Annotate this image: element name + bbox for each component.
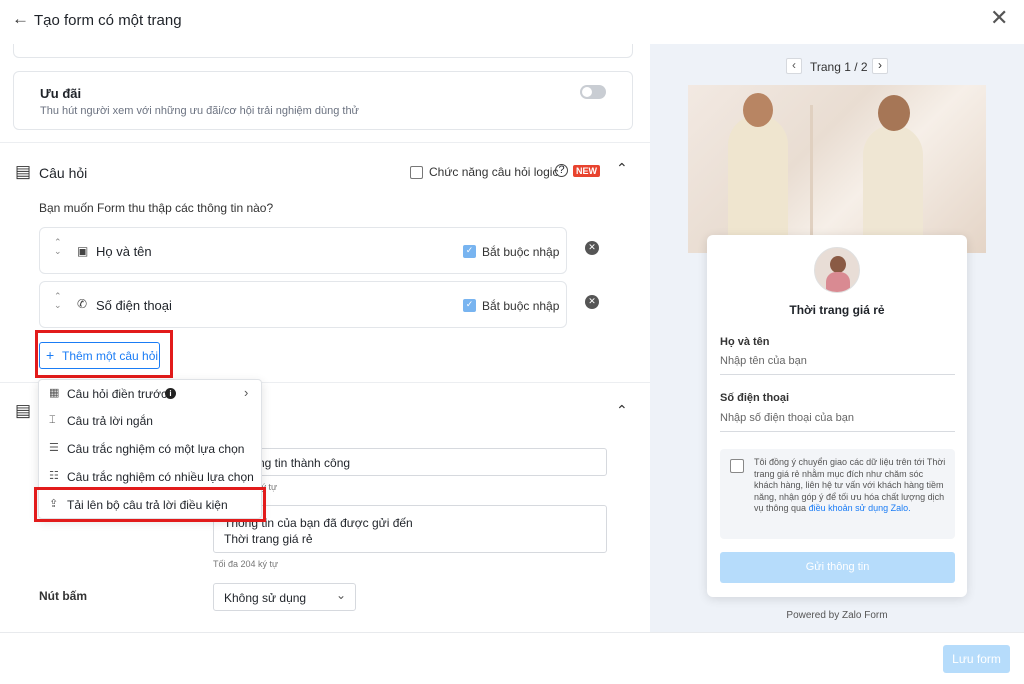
button-select[interactable]: Không sử dụng ⌄	[213, 583, 356, 611]
menu-item-label: Câu trắc nghiệm có một lựa chọn	[67, 442, 245, 456]
brand-name: Thời trang giá rẻ	[789, 303, 885, 317]
help-icon[interactable]: ?	[555, 164, 568, 177]
multi-choice-icon: ☷	[49, 469, 59, 482]
prefill-icon: ▦	[49, 386, 60, 399]
new-badge: NEW	[573, 165, 600, 177]
menu-item-label: Câu trắc nghiệm có nhiều lựa chọn	[67, 470, 254, 484]
question-row: ⌃ ⌄ ✆ Số điện thoại ✓ Bắt buộc nhập	[39, 281, 567, 328]
required-checkbox[interactable]: ✓	[463, 299, 476, 312]
field-underline	[720, 374, 955, 375]
required-label: Bắt buộc nhập	[482, 299, 560, 313]
logic-checkbox[interactable]	[410, 166, 423, 179]
offer-title: Ưu đãi	[40, 86, 82, 101]
offer-toggle[interactable]	[580, 85, 606, 99]
required-label: Bắt buộc nhập	[482, 245, 560, 259]
highlight-box	[35, 330, 173, 378]
menu-item-label: Câu hỏi điền trước	[67, 387, 167, 401]
button-setting-label: Nút bấm	[39, 589, 87, 603]
question-row: ⌃ ⌄ ▣ Họ và tên ✓ Bắt buộc nhập	[39, 227, 567, 274]
cover-image	[688, 85, 986, 253]
question-label: Số điện thoại	[96, 298, 172, 313]
preview-form-card: Thời trang giá rẻ Họ và tên Nhập tên của…	[707, 235, 967, 597]
previous-section-card	[13, 44, 633, 58]
pagination: Trang 1 / 2	[810, 60, 868, 74]
footer: Lưu form	[0, 632, 1024, 684]
avatar	[814, 247, 860, 293]
offer-card: Ưu đãi Thu hút người xem với những ưu đã…	[13, 71, 633, 130]
consent-text: Tôi đồng ý chuyển giao các dữ liệu trên …	[754, 457, 946, 515]
terms-link[interactable]: điều khoản sử dụng Zalo.	[809, 503, 911, 513]
remove-icon[interactable]: ✕	[585, 295, 599, 309]
name-field[interactable]: Nhập tên của bạn	[720, 355, 807, 367]
arrow-left-icon[interactable]: ←	[12, 9, 29, 29]
completion-title-input[interactable]: ng tin thành công	[213, 448, 607, 476]
chevron-up-icon[interactable]: ⌃	[616, 403, 628, 419]
model-head	[878, 95, 910, 131]
message-note: Tối đa 204 ký tự	[213, 559, 279, 569]
model-figure	[863, 125, 923, 253]
phone-icon: ✆	[77, 297, 88, 311]
close-icon[interactable]: ✕	[990, 6, 1008, 31]
message-line-2: Thời trang giá rẻ	[224, 532, 313, 546]
consent-box: Tôi đồng ý chuyển giao các dữ liệu trên …	[720, 449, 955, 539]
logic-label: Chức năng câu hỏi logic	[429, 165, 559, 179]
highlight-box	[34, 487, 266, 522]
info-icon: i	[165, 388, 176, 399]
menu-item-prefill[interactable]: ▦ Câu hỏi điền trước i ›	[39, 380, 261, 408]
chevron-up-icon[interactable]: ⌃	[616, 161, 628, 177]
field-label: Số điện thoại	[720, 392, 790, 404]
menu-item-short-answer[interactable]: ⌶ Câu trả lời ngắn	[39, 407, 261, 435]
required-checkbox[interactable]: ✓	[463, 245, 476, 258]
next-page-button[interactable]: ›	[872, 58, 888, 74]
id-card-icon: ▣	[77, 244, 89, 258]
page-title: Tạo form có một trang	[34, 12, 182, 29]
list-doc-icon: ▤	[15, 162, 32, 181]
chevron-right-icon: ›	[244, 385, 249, 400]
question-label: Họ và tên	[96, 244, 152, 259]
model-figure	[728, 115, 788, 253]
single-choice-icon: ☰	[49, 441, 59, 454]
field-label: Họ và tên	[720, 336, 770, 348]
completion-message-input[interactable]: Thông tin của bạn đã được gửi đến Thời t…	[213, 505, 607, 553]
rack-line	[810, 105, 813, 253]
avatar-head	[830, 256, 846, 273]
menu-item-label: Câu trả lời ngắn	[67, 414, 153, 428]
field-underline	[720, 431, 955, 432]
divider	[0, 142, 650, 143]
submit-button[interactable]: Gửi thông tin	[720, 552, 955, 583]
consent-checkbox[interactable]	[730, 459, 744, 473]
preview-pane: ‹ Trang 1 / 2 › Thời trang giá rẻ Họ và …	[650, 44, 1024, 632]
questions-prompt: Bạn muốn Form thu thập các thông tin nào…	[39, 201, 274, 215]
save-form-button[interactable]: Lưu form	[943, 645, 1010, 673]
phone-field[interactable]: Nhập số điện thoại của bạn	[720, 412, 854, 424]
completion-title-value: ng tin thành công	[258, 456, 351, 470]
remove-icon[interactable]: ✕	[585, 241, 599, 255]
menu-item-single-choice[interactable]: ☰ Câu trắc nghiệm có một lựa chọn	[39, 435, 261, 463]
chevron-down-icon: ⌄	[336, 588, 347, 602]
model-head	[743, 93, 773, 127]
offer-description: Thu hút người xem với những ưu đãi/cơ hộ…	[40, 105, 359, 117]
avatar-body	[826, 272, 850, 292]
short-answer-icon: ⌶	[49, 413, 56, 426]
header: ← Tạo form có một trang ✕	[0, 0, 1024, 44]
questions-title: Câu hỏi	[39, 165, 88, 181]
powered-by: Powered by Zalo Form	[786, 610, 888, 621]
list-doc-icon: ▤	[15, 401, 32, 420]
drag-handle-icon[interactable]: ⌃ ⌄	[54, 293, 62, 311]
drag-handle-icon[interactable]: ⌃ ⌄	[54, 239, 62, 257]
form-editor-pane: Ưu đãi Thu hút người xem với những ưu đã…	[0, 44, 650, 632]
prev-page-button[interactable]: ‹	[786, 58, 802, 74]
button-select-value: Không sử dụng	[224, 591, 307, 605]
